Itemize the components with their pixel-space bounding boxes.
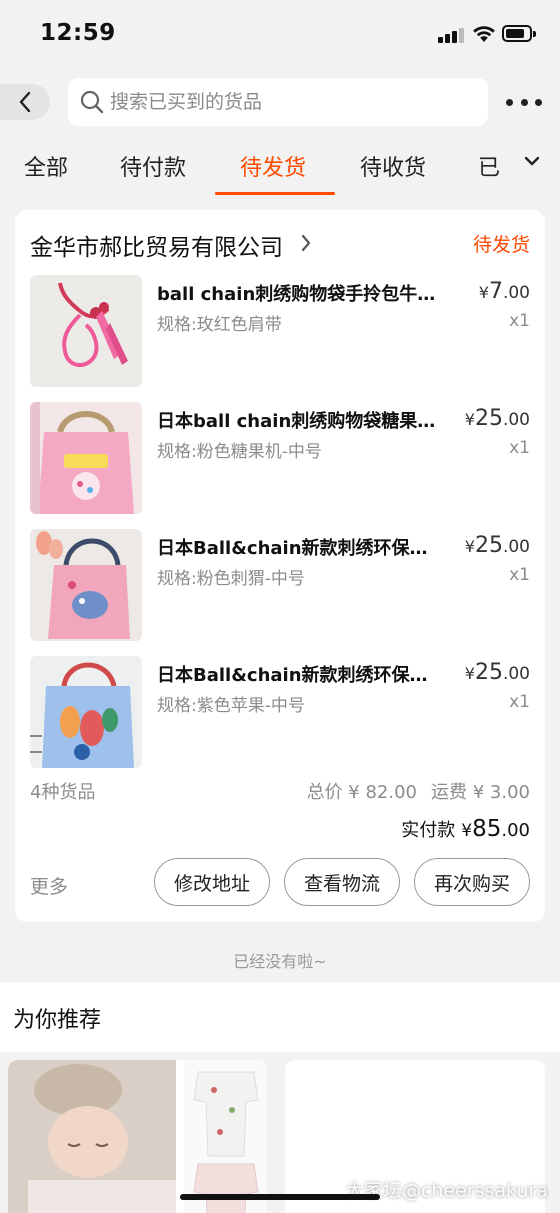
product-thumbnail[interactable] bbox=[30, 402, 142, 514]
shipping-fee: 运费 ¥ 3.00 bbox=[431, 782, 530, 803]
order-tabs: 全部 待付款 待发货 待收货 已 bbox=[0, 140, 560, 196]
item-title[interactable]: 日本Ball&chain新款刺绣环保… bbox=[157, 534, 447, 560]
view-logistics-button[interactable]: 查看物流 bbox=[284, 858, 400, 906]
item-price: ¥25.00 bbox=[464, 660, 530, 685]
search-input[interactable] bbox=[110, 91, 470, 113]
item-price: ¥25.00 bbox=[464, 533, 530, 558]
end-of-list-note: 已经没有啦~ bbox=[233, 952, 327, 971]
status-time: 12:59 bbox=[40, 20, 116, 46]
buy-again-button[interactable]: 再次购买 bbox=[414, 858, 530, 906]
shop-name[interactable]: 金华市郝比贸易有限公司 bbox=[30, 228, 283, 262]
order-item[interactable]: 日本Ball&chain新款刺绣环保… 规格:紫色苹果-中号 ¥25.00 x1 bbox=[30, 656, 530, 768]
recommend-product-image[interactable] bbox=[8, 1060, 267, 1213]
search-icon bbox=[80, 90, 104, 114]
item-quantity: x1 bbox=[509, 311, 530, 331]
order-totals: 总价 ¥ 82.00 运费 ¥ 3.00 bbox=[307, 778, 530, 804]
order-item[interactable]: 日本Ball&chain新款刺绣环保… 规格:粉色刺猬-中号 ¥25.00 x1 bbox=[30, 529, 530, 641]
status-bar: 12:59 bbox=[0, 0, 560, 64]
more-dots-icon[interactable] bbox=[506, 90, 542, 114]
tab-pending-receipt[interactable]: 待收货 bbox=[360, 150, 426, 182]
signal-icon bbox=[438, 27, 464, 43]
product-thumbnail[interactable] bbox=[30, 529, 142, 641]
recommend-title: 为你推荐 bbox=[13, 1008, 102, 1033]
chevron-right-icon[interactable] bbox=[300, 234, 312, 252]
order-item[interactable]: ball chain刺绣购物袋手拎包牛… 规格:玫红色肩带 ¥7.00 x1 bbox=[30, 275, 530, 387]
item-title[interactable]: 日本ball chain刺绣购物袋糖果… bbox=[157, 407, 447, 433]
item-spec: 规格:紫色苹果-中号 bbox=[157, 696, 305, 716]
product-thumbnail[interactable] bbox=[30, 656, 142, 768]
order-status: 待发货 bbox=[472, 234, 530, 256]
modify-address-button[interactable]: 修改地址 bbox=[154, 858, 270, 906]
item-price: ¥7.00 bbox=[478, 279, 530, 304]
recommend-card[interactable] bbox=[8, 1060, 267, 1213]
search-box[interactable] bbox=[68, 78, 488, 126]
total-price: 总价 ¥ 82.00 bbox=[306, 782, 418, 803]
recommend-header: 为你推荐 bbox=[0, 982, 560, 1052]
item-spec: 规格:玫红色肩带 bbox=[157, 315, 282, 335]
paid-amount: 实付款 ¥85.00 bbox=[401, 816, 530, 842]
item-quantity: x1 bbox=[509, 692, 530, 712]
home-indicator bbox=[180, 1194, 380, 1200]
active-tab-indicator bbox=[215, 192, 335, 195]
top-bar bbox=[0, 76, 560, 128]
order-card[interactable]: 金华市郝比贸易有限公司 待发货 ball chain刺绣购物袋手拎包牛… 规格:… bbox=[15, 210, 545, 922]
more-link[interactable]: 更多 bbox=[30, 872, 68, 899]
item-quantity: x1 bbox=[509, 565, 530, 585]
item-spec: 规格:粉色糖果机-中号 bbox=[157, 442, 322, 462]
item-count: 4种货品 bbox=[30, 782, 96, 803]
item-quantity: x1 bbox=[509, 438, 530, 458]
tab-pending-shipment[interactable]: 待发货 bbox=[240, 150, 306, 182]
product-thumbnail[interactable] bbox=[30, 275, 142, 387]
tab-all[interactable]: 全部 bbox=[24, 150, 68, 182]
tab-pending-payment[interactable]: 待付款 bbox=[120, 150, 186, 182]
paid-label: 实付款 bbox=[401, 820, 456, 841]
wifi-icon bbox=[473, 26, 495, 42]
item-price: ¥25.00 bbox=[464, 406, 530, 431]
item-spec: 规格:粉色刺猬-中号 bbox=[157, 569, 305, 589]
back-arrow-icon bbox=[19, 91, 31, 113]
item-title[interactable]: 日本Ball&chain新款刺绣环保… bbox=[157, 661, 447, 687]
battery-icon bbox=[502, 25, 536, 42]
back-button[interactable] bbox=[0, 84, 50, 120]
order-item[interactable]: 日本ball chain刺绣购物袋糖果… 规格:粉色糖果机-中号 ¥25.00 … bbox=[30, 402, 530, 514]
chevron-down-icon[interactable] bbox=[522, 154, 542, 168]
item-title[interactable]: ball chain刺绣购物袋手拎包牛… bbox=[157, 280, 447, 306]
